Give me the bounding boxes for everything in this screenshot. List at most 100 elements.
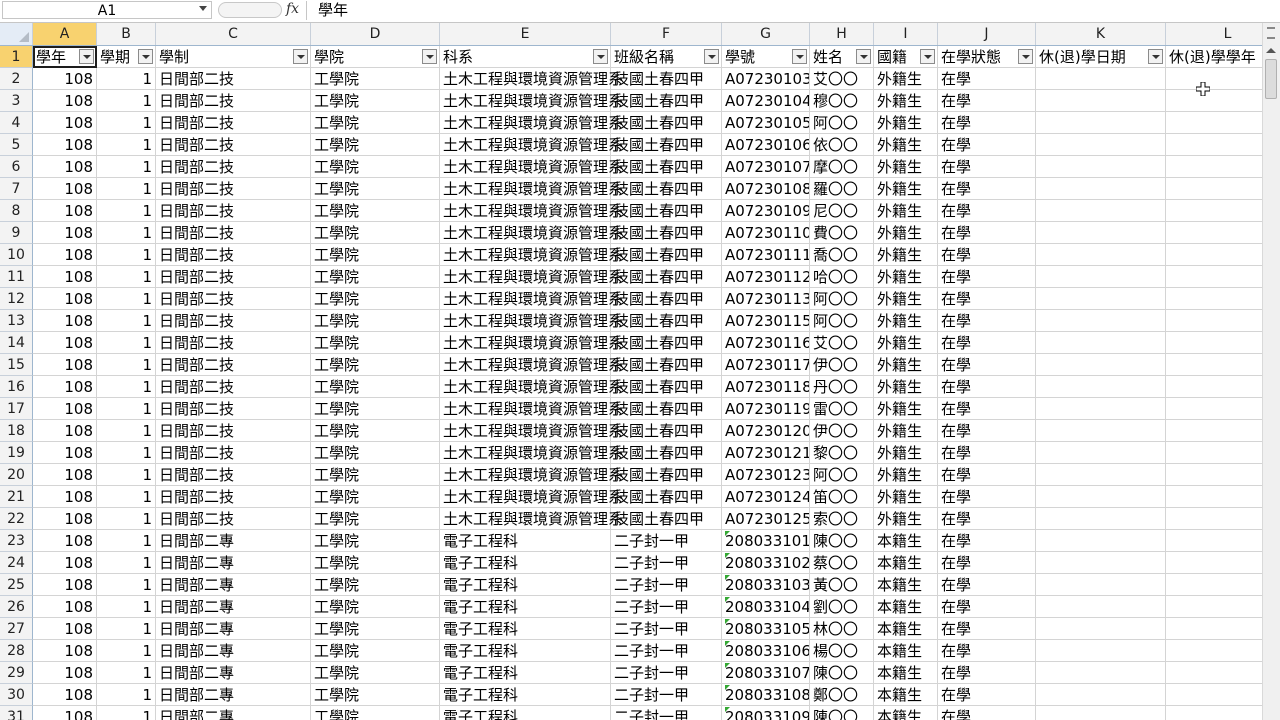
scrollbar-thumb[interactable]	[1265, 59, 1277, 99]
column-header-E[interactable]: E	[440, 23, 611, 45]
cell-L[interactable]	[1166, 684, 1262, 706]
cell-L[interactable]	[1166, 530, 1262, 552]
row-header[interactable]: 19	[0, 442, 33, 464]
header-cell-K[interactable]: 休(退)學日期	[1036, 46, 1166, 68]
cell-E[interactable]: 土木工程與環境資源管理系	[440, 332, 623, 354]
row-header[interactable]: 26	[0, 596, 33, 618]
cell-A[interactable]: 108	[33, 706, 97, 720]
cell-L[interactable]	[1166, 156, 1262, 178]
cell-J[interactable]: 在學	[938, 530, 1036, 552]
cell-D[interactable]: 工學院	[311, 68, 440, 90]
cell-E[interactable]: 土木工程與環境資源管理系	[440, 112, 623, 134]
cell-A[interactable]: 108	[33, 200, 97, 222]
cell-K[interactable]	[1036, 574, 1166, 596]
cell-D[interactable]: 工學院	[311, 464, 440, 486]
cell-B[interactable]: 1	[97, 442, 156, 464]
row-header[interactable]: 1	[0, 46, 33, 68]
cell-F[interactable]: 技國土春四甲	[611, 354, 722, 376]
cell-A[interactable]: 108	[33, 178, 97, 200]
cell-B[interactable]: 1	[97, 266, 156, 288]
cell-E[interactable]: 電子工程科	[440, 640, 611, 662]
cell-L[interactable]	[1166, 552, 1262, 574]
cell-L[interactable]	[1166, 640, 1262, 662]
cell-G[interactable]: A07230116	[722, 332, 810, 354]
cell-K[interactable]	[1036, 310, 1166, 332]
cell-A[interactable]: 108	[33, 266, 97, 288]
column-header-C[interactable]: C	[156, 23, 311, 45]
cell-I[interactable]: 外籍生	[874, 354, 938, 376]
cell-J[interactable]: 在學	[938, 574, 1036, 596]
cell-H[interactable]: 穆〇〇	[810, 90, 874, 112]
cell-L[interactable]	[1166, 442, 1262, 464]
cell-L[interactable]	[1166, 398, 1262, 420]
cell-E[interactable]: 土木工程與環境資源管理系	[440, 68, 623, 90]
cell-F[interactable]: 技國土春四甲	[611, 508, 722, 530]
cell-L[interactable]	[1166, 354, 1262, 376]
cell-F[interactable]: 技國土春四甲	[611, 90, 722, 112]
cell-C[interactable]: 日間部二技	[156, 508, 311, 530]
cell-C[interactable]: 日間部二技	[156, 332, 311, 354]
cell-H[interactable]: 黃〇〇	[810, 574, 874, 596]
row-header[interactable]: 29	[0, 662, 33, 684]
cell-I[interactable]: 外籍生	[874, 464, 938, 486]
cell-A[interactable]: 108	[33, 112, 97, 134]
cell-A[interactable]: 108	[33, 574, 97, 596]
cell-D[interactable]: 工學院	[311, 310, 440, 332]
cell-E[interactable]: 電子工程科	[440, 596, 611, 618]
cell-F[interactable]: 技國土春四甲	[611, 200, 722, 222]
cell-H[interactable]: 笛〇〇	[810, 486, 874, 508]
cell-I[interactable]: 本籍生	[874, 640, 938, 662]
cell-G[interactable]: A07230124	[722, 486, 810, 508]
cell-F[interactable]: 技國土春四甲	[611, 288, 722, 310]
cell-E[interactable]: 土木工程與環境資源管理系	[440, 354, 623, 376]
cell-G[interactable]: 208033104	[722, 596, 810, 618]
cell-C[interactable]: 日間部二專	[156, 662, 311, 684]
row-header[interactable]: 20	[0, 464, 33, 486]
cell-E[interactable]: 土木工程與環境資源管理系	[440, 266, 623, 288]
column-header-J[interactable]: J	[938, 23, 1036, 45]
cell-D[interactable]: 工學院	[311, 530, 440, 552]
spreadsheet-grid[interactable]: 1 學年 學期 學制 學院 科系 班級名稱 學號 姓名 國籍 在學狀態 休(退)學日期 休(退)學學年 2…	[0, 46, 1262, 720]
cell-A[interactable]: 108	[33, 618, 97, 640]
cell-G[interactable]: A07230125	[722, 508, 810, 530]
cell-G[interactable]: A07230111	[722, 244, 810, 266]
cell-D[interactable]: 工學院	[311, 178, 440, 200]
cell-L[interactable]	[1166, 596, 1262, 618]
cell-I[interactable]: 外籍生	[874, 376, 938, 398]
cell-F[interactable]: 技國土春四甲	[611, 398, 722, 420]
cell-I[interactable]: 外籍生	[874, 310, 938, 332]
row-header[interactable]: 22	[0, 508, 33, 530]
cell-A[interactable]: 108	[33, 332, 97, 354]
cell-K[interactable]	[1036, 530, 1166, 552]
cell-E[interactable]: 電子工程科	[440, 706, 611, 720]
cell-A[interactable]: 108	[33, 222, 97, 244]
cell-C[interactable]: 日間部二專	[156, 530, 311, 552]
cell-D[interactable]: 工學院	[311, 156, 440, 178]
row-header[interactable]: 14	[0, 332, 33, 354]
cell-D[interactable]: 工學院	[311, 288, 440, 310]
cell-K[interactable]	[1036, 200, 1166, 222]
cell-G[interactable]: 208033101	[722, 530, 810, 552]
filter-dropdown-icon[interactable]	[422, 49, 437, 64]
cell-I[interactable]: 外籍生	[874, 508, 938, 530]
cell-E[interactable]: 電子工程科	[440, 662, 611, 684]
cell-H[interactable]: 黎〇〇	[810, 442, 874, 464]
cell-D[interactable]: 工學院	[311, 662, 440, 684]
cell-G[interactable]: A07230123	[722, 464, 810, 486]
cell-K[interactable]	[1036, 332, 1166, 354]
cell-K[interactable]	[1036, 552, 1166, 574]
cell-A[interactable]: 108	[33, 376, 97, 398]
cell-D[interactable]: 工學院	[311, 244, 440, 266]
row-header[interactable]: 12	[0, 288, 33, 310]
row-header[interactable]: 2	[0, 68, 33, 90]
cell-E[interactable]: 電子工程科	[440, 618, 611, 640]
filter-dropdown-icon[interactable]	[704, 49, 719, 64]
cell-A[interactable]: 108	[33, 596, 97, 618]
cell-B[interactable]: 1	[97, 222, 156, 244]
cell-C[interactable]: 日間部二技	[156, 310, 311, 332]
cell-J[interactable]: 在學	[938, 618, 1036, 640]
cell-J[interactable]: 在學	[938, 244, 1036, 266]
cell-F[interactable]: 技國土春四甲	[611, 332, 722, 354]
cell-D[interactable]: 工學院	[311, 574, 440, 596]
cell-B[interactable]: 1	[97, 552, 156, 574]
